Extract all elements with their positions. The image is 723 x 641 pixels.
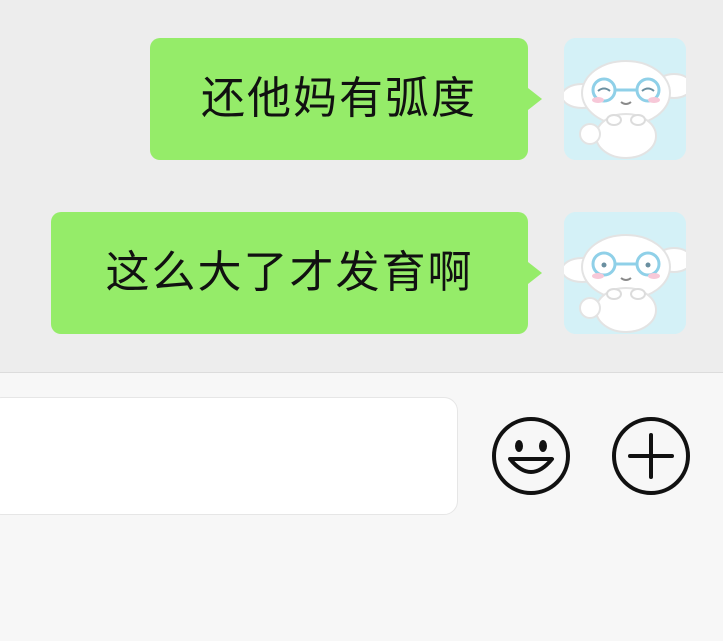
avatar[interactable] (564, 212, 686, 334)
avatar[interactable] (564, 38, 686, 160)
more-button[interactable] (610, 415, 692, 497)
plus-circle-icon (612, 417, 690, 495)
message-bubble[interactable]: 还他妈有弧度 (150, 38, 542, 160)
message-list[interactable]: 还他妈有弧度 这么大了才发育啊 (0, 0, 723, 372)
message-input[interactable] (0, 397, 458, 515)
message-bubble[interactable]: 这么大了才发育啊 (51, 212, 542, 334)
chat-screen: 还他妈有弧度 这么大了才发育啊 (0, 0, 723, 641)
emoji-icon (492, 417, 570, 495)
emoji-button[interactable] (490, 415, 572, 497)
input-bar (0, 372, 723, 641)
cinnamoroll-avatar-icon (564, 38, 686, 160)
cinnamoroll-avatar-icon (564, 212, 686, 334)
